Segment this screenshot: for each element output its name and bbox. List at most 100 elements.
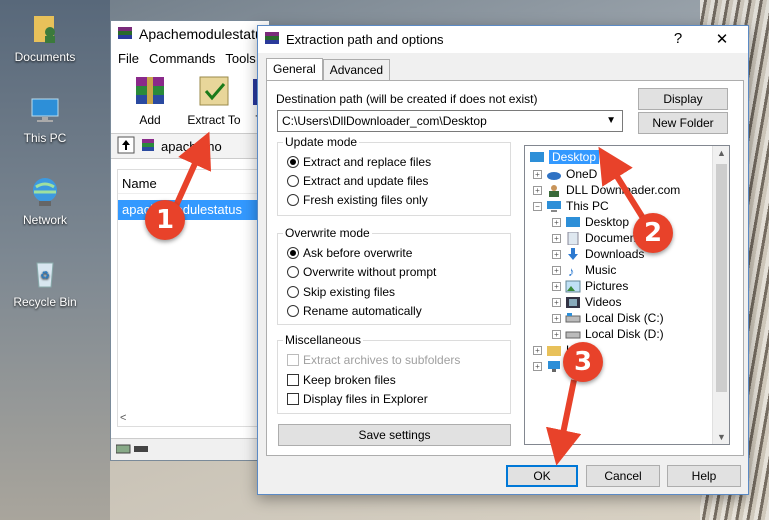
expand-icon[interactable]: + (533, 185, 542, 195)
expand-icon[interactable]: + (552, 265, 561, 275)
tree-item-documents[interactable]: + Documents (552, 230, 646, 246)
winrar-file-list: Name apachemodulestatus < (117, 169, 269, 427)
ok-button[interactable]: OK (506, 465, 578, 487)
help-button[interactable]: Help (667, 465, 741, 487)
extract-to-button[interactable]: Extract To (185, 73, 243, 133)
folder-tree[interactable]: Desktop + OneD + DLL Downloader.com − Th… (524, 145, 730, 445)
tree-item-music[interactable]: + ♪ Music (552, 262, 616, 279)
tree-item-label: Desktop (549, 150, 600, 164)
winrar-titlebar[interactable]: Apachemodulestatus (111, 21, 270, 47)
winrar-statusbar (111, 438, 269, 460)
radio-extract-update[interactable]: Extract and update files (287, 174, 428, 188)
radio-label: Overwrite without prompt (303, 265, 437, 279)
dialog-titlebar[interactable]: Extraction path and options ? ✕ (258, 26, 748, 53)
radio-button[interactable] (287, 247, 299, 259)
archive-icon (141, 138, 155, 155)
tree-item-user[interactable]: + DLL Downloader.com (533, 182, 680, 198)
cloud-icon (546, 168, 562, 181)
checkbox-display-in-explorer[interactable]: Display files in Explorer (287, 392, 428, 406)
checkbox[interactable] (287, 393, 299, 405)
expand-icon[interactable]: + (552, 297, 561, 307)
winrar-toolbar: Add Extract To T (111, 69, 269, 133)
tree-item-label: Downloads (585, 247, 645, 261)
tree-item-downloads[interactable]: + Downloads (552, 246, 644, 262)
network-globe-icon (28, 175, 62, 209)
save-settings-button[interactable]: Save settings (278, 424, 511, 446)
add-button[interactable]: Add (121, 73, 179, 133)
expand-icon[interactable]: + (552, 217, 561, 227)
column-name-header[interactable]: Name (118, 170, 268, 194)
file-row-selected[interactable]: apachemodulestatus (118, 200, 268, 220)
tree-item-this-pc[interactable]: − This PC (533, 198, 609, 214)
tree-item-pictures[interactable]: + Pictures (552, 278, 628, 294)
radio-label: Rename automatically (303, 304, 422, 318)
radio-button[interactable] (287, 305, 299, 317)
chevron-down-icon[interactable]: ▼ (606, 115, 616, 126)
expand-icon[interactable]: + (552, 313, 561, 323)
step-1-badge: 1 (145, 200, 185, 240)
documents-icon (565, 231, 581, 245)
desktop-icon-network[interactable]: Network (0, 175, 90, 227)
checkbox[interactable] (287, 374, 299, 386)
radio-extract-replace[interactable]: Extract and replace files (287, 155, 431, 169)
network-icon (546, 360, 562, 373)
new-folder-button[interactable]: New Folder (638, 112, 728, 134)
tree-item-onedrive[interactable]: + OneD (533, 166, 597, 182)
miscellaneous-group: Miscellaneous Extract archives to subfol… (277, 333, 511, 414)
radio-fresh-existing[interactable]: Fresh existing files only (287, 193, 428, 207)
tab-general[interactable]: General (266, 58, 323, 80)
desktop-icon-documents[interactable]: Documents (0, 12, 90, 64)
expand-icon[interactable]: + (552, 281, 561, 291)
radio-skip-existing[interactable]: Skip existing files (287, 285, 395, 299)
desktop-icon-this-pc[interactable]: This PC (0, 93, 90, 145)
display-button[interactable]: Display (638, 88, 728, 110)
menu-file[interactable]: File (118, 51, 139, 66)
overwrite-mode-group: Overwrite mode Ask before overwrite Over… (277, 226, 511, 325)
radio-button[interactable] (287, 175, 299, 187)
library-folder-icon (546, 344, 562, 357)
tree-item-label: This PC (566, 199, 609, 213)
radio-button[interactable] (287, 266, 299, 278)
tab-advanced[interactable]: Advanced (322, 59, 391, 80)
expand-icon[interactable]: + (552, 249, 561, 259)
expand-icon[interactable]: + (533, 169, 542, 179)
radio-rename-automatically[interactable]: Rename automatically (287, 304, 422, 318)
radio-button[interactable] (287, 156, 299, 168)
expand-icon[interactable]: + (533, 361, 542, 371)
radio-ask-before-overwrite[interactable]: Ask before overwrite (287, 246, 412, 260)
tree-scrollbar[interactable]: ▲ ▼ (712, 146, 729, 444)
tree-item-videos[interactable]: + Videos (552, 294, 621, 310)
scroll-down-arrow[interactable]: ▼ (717, 432, 726, 442)
expand-icon[interactable]: + (552, 233, 561, 243)
desktop-icon-recycle-bin[interactable]: ♻ Recycle Bin (0, 257, 90, 309)
cancel-button[interactable]: Cancel (586, 465, 660, 487)
collapse-icon[interactable]: − (533, 201, 542, 211)
radio-button[interactable] (287, 194, 299, 206)
pictures-icon (565, 280, 581, 293)
radio-overwrite-without-prompt[interactable]: Overwrite without prompt (287, 265, 436, 279)
extraction-dialog: Extraction path and options ? ✕ General … (257, 25, 749, 495)
tree-item-local-disk-c[interactable]: + Local Disk (C:) (552, 310, 664, 326)
winrar-title: Apachemodulestatus (139, 26, 270, 42)
tree-item-local-disk-d[interactable]: + Local Disk (D:) (552, 326, 664, 342)
this-pc-icon (28, 93, 62, 127)
radio-button[interactable] (287, 286, 299, 298)
expand-icon[interactable]: + (533, 345, 542, 355)
checkbox-keep-broken-files[interactable]: Keep broken files (287, 373, 396, 387)
scroll-up-arrow[interactable]: ▲ (717, 148, 726, 158)
menu-commands[interactable]: Commands (149, 51, 215, 66)
help-question-icon[interactable]: ? (668, 30, 688, 47)
tree-item-desktop-root[interactable]: Desktop (529, 149, 600, 165)
menu-tools[interactable]: Tools (225, 51, 255, 66)
destination-path-combo[interactable]: C:\Users\DllDownloader_com\Desktop ▼ (277, 110, 623, 132)
radio-label: Skip existing files (303, 285, 396, 299)
tree-item-desktop[interactable]: + Desktop (552, 214, 629, 230)
close-icon[interactable]: ✕ (712, 30, 732, 48)
radio-label: Ask before overwrite (303, 246, 413, 260)
step-2-badge: 2 (633, 213, 673, 253)
up-folder-icon[interactable] (117, 136, 135, 157)
scrollbar-thumb[interactable] (716, 164, 727, 392)
drive-icon (565, 328, 581, 341)
scroll-left-arrow[interactable]: < (120, 412, 126, 424)
expand-icon[interactable]: + (552, 329, 561, 339)
